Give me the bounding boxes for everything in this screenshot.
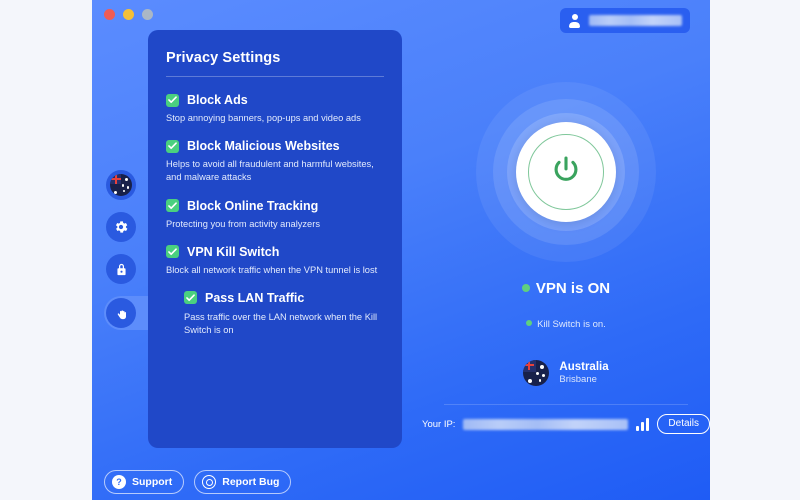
report-bug-button[interactable]: Report Bug bbox=[194, 470, 292, 494]
support-button[interactable]: ? Support bbox=[104, 470, 185, 494]
page-title: Privacy Settings bbox=[166, 50, 281, 66]
setting-label: Pass LAN Traffic bbox=[205, 290, 305, 305]
zoom-window-button[interactable] bbox=[142, 9, 153, 20]
sidebar-item-settings[interactable] bbox=[106, 212, 136, 242]
close-window-button[interactable] bbox=[104, 9, 115, 20]
sidebar-item-security[interactable] bbox=[106, 254, 136, 284]
checkbox-block-ads[interactable] bbox=[166, 93, 179, 107]
kill-switch-status-text: Kill Switch is on. bbox=[422, 319, 710, 330]
power-icon bbox=[549, 153, 583, 192]
setting-label: Block Online Tracking bbox=[187, 198, 319, 213]
server-location[interactable]: Australia Brisbane bbox=[422, 360, 710, 387]
vpn-app-window: Privacy Settings Block Ads Stop annoying… bbox=[92, 0, 710, 500]
checkbox-block-online-tracking[interactable] bbox=[166, 199, 179, 213]
setting-label: Block Malicious Websites bbox=[187, 139, 340, 154]
checkbox-block-malicious-websites[interactable] bbox=[166, 139, 179, 153]
ip-row: Your IP: Details bbox=[422, 414, 710, 434]
signal-strength-icon bbox=[636, 417, 650, 431]
sidebar-item-privacy-button[interactable] bbox=[106, 298, 136, 328]
setting-vpn-kill-switch-row[interactable]: VPN Kill Switch bbox=[166, 245, 384, 259]
gear-icon bbox=[113, 219, 129, 235]
panel-divider bbox=[166, 76, 384, 77]
vpn-status-label: VPN is ON bbox=[535, 280, 611, 297]
minimize-window-button[interactable] bbox=[123, 9, 134, 20]
setting-description: Stop annoying banners, pop-ups and video… bbox=[166, 113, 361, 123]
kill-switch-status-dot bbox=[526, 320, 533, 327]
lock-icon bbox=[114, 262, 129, 277]
server-country: Australia bbox=[559, 361, 609, 373]
setting-description: Protecting you from activity analyzers bbox=[166, 218, 320, 229]
privacy-settings-panel: Privacy Settings Block Ads Stop annoying… bbox=[148, 30, 402, 448]
question-circle-icon: ? bbox=[112, 475, 126, 489]
setting-block-online-tracking: Block Online Tracking Protecting you fro… bbox=[166, 199, 384, 231]
setting-block-online-tracking-row[interactable]: Block Online Tracking bbox=[166, 199, 384, 213]
setting-block-malicious-websites: Block Malicious Websites Helps to avoid … bbox=[166, 139, 384, 184]
checkbox-pass-lan-traffic[interactable] bbox=[184, 291, 197, 305]
power-ring bbox=[528, 134, 604, 210]
setting-block-malicious-websites-row[interactable]: Block Malicious Websites bbox=[166, 139, 384, 153]
details-button[interactable]: Details bbox=[657, 414, 710, 434]
bug-circle-icon bbox=[202, 475, 217, 489]
report-bug-label: Report Bug bbox=[222, 476, 280, 488]
setting-label: Block Ads bbox=[187, 93, 248, 107]
power-button-area bbox=[476, 82, 656, 262]
kill-switch-status-label: Kill Switch is on. bbox=[537, 319, 606, 330]
power-toggle-button[interactable] bbox=[516, 122, 616, 222]
server-location-text: Australia Brisbane bbox=[559, 360, 608, 387]
window-controls bbox=[104, 9, 153, 20]
setting-block-ads-row[interactable]: Block Ads bbox=[166, 93, 384, 107]
setting-pass-lan-traffic-row[interactable]: Pass LAN Traffic bbox=[184, 291, 384, 305]
ip-label: Your IP: bbox=[422, 418, 456, 430]
setting-description: Block all network traffic when the VPN t… bbox=[166, 264, 378, 275]
setting-description: Pass traffic over the LAN network when t… bbox=[184, 311, 378, 336]
setting-description: Helps to avoid all fraudulent and harmfu… bbox=[166, 159, 374, 183]
checkbox-vpn-kill-switch[interactable] bbox=[166, 245, 179, 259]
hand-icon bbox=[114, 306, 129, 321]
setting-block-ads: Block Ads Stop annoying banners, pop-ups… bbox=[166, 93, 384, 125]
server-city: Brisbane bbox=[559, 374, 597, 386]
australia-flag-icon bbox=[523, 360, 550, 387]
setting-label: VPN Kill Switch bbox=[187, 244, 280, 259]
icon-rail bbox=[92, 170, 160, 330]
setting-pass-lan-traffic: Pass LAN Traffic Pass traffic over the L… bbox=[184, 291, 384, 337]
australia-flag-icon bbox=[110, 174, 132, 196]
sidebar-item-location[interactable] bbox=[106, 170, 136, 200]
ip-value-redacted bbox=[463, 418, 629, 430]
ip-divider bbox=[444, 404, 688, 405]
setting-vpn-kill-switch: VPN Kill Switch Block all network traffi… bbox=[166, 245, 384, 277]
status-column: VPN is ON Kill Switch is on. Australia B… bbox=[422, 0, 710, 500]
vpn-status-text: VPN is ON bbox=[422, 280, 710, 297]
bottom-bar: ? Support Report Bug bbox=[104, 470, 292, 494]
status-dot bbox=[521, 284, 530, 293]
support-label: Support bbox=[132, 476, 173, 488]
